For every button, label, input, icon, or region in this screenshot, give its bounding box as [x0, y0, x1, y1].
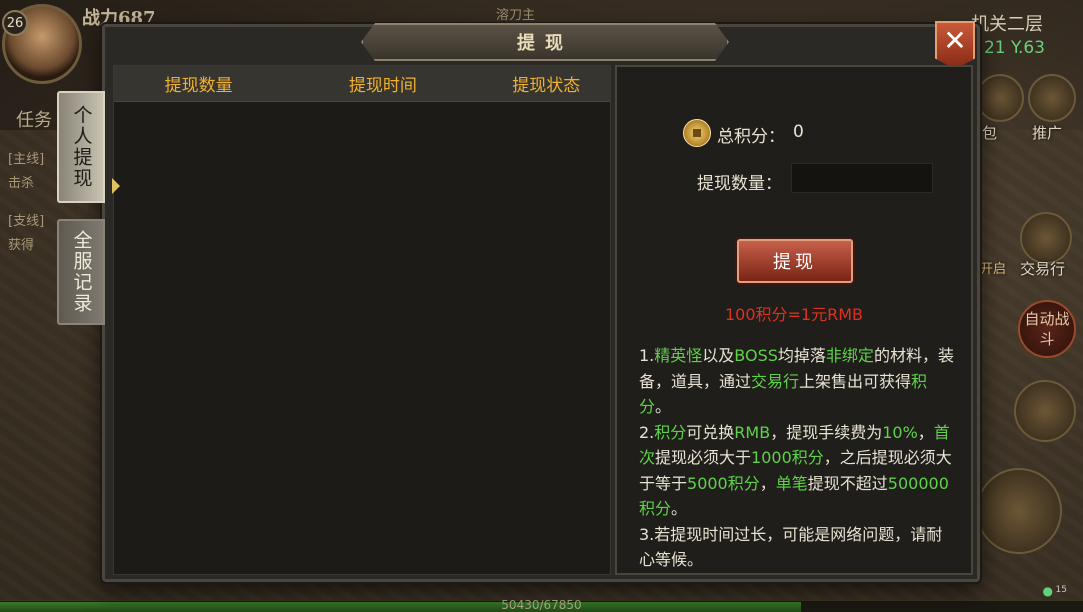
rule-text: 。	[655, 397, 672, 416]
rule-text: 提现必须大于	[655, 448, 752, 467]
rules-text: 1.精英怪以及BOSS均掉落非绑定的材料，装备，道具，通过交易行上架售出可获得积…	[639, 343, 955, 573]
map-coords: 21 Y.63	[983, 38, 1045, 58]
coin-icon	[683, 119, 711, 147]
rule-highlight: 单笔	[775, 473, 808, 493]
wifi-strength: 15	[1055, 585, 1067, 595]
auto-fight-button[interactable]: 自动战斗	[1018, 300, 1076, 358]
amount-label: 提现数量：	[697, 174, 782, 194]
tab-server-records[interactable]: 全服记录	[57, 219, 105, 325]
col-header-status: 提现状态	[512, 76, 581, 96]
withdraw-record-list: 提现数量 提现时间 提现状态	[112, 65, 611, 575]
rule-text: 1.	[639, 346, 655, 365]
promo-label: 推广	[1032, 124, 1063, 142]
rule-text: 。	[671, 499, 688, 518]
withdraw-dialog: 提现 ✕ 个人提现 全服记录 提现数量 提现时间 提现状态 总积分： 0 提现数…	[57, 21, 980, 582]
rule-highlight: RMB	[734, 422, 771, 442]
player-level: 26	[2, 10, 28, 36]
tab-personal-withdraw[interactable]: 个人提现	[57, 91, 105, 203]
wifi-icon: ●	[1042, 584, 1053, 598]
hp-bar-text: 50430/67850	[501, 598, 582, 612]
col-header-amount: 提现数量	[164, 76, 233, 96]
task-side[interactable]: [支线]	[8, 210, 44, 229]
trade-label: 交易行	[1020, 260, 1066, 278]
rule-highlight: BOSS	[734, 346, 778, 365]
skill-slot-icon[interactable]	[1014, 380, 1076, 442]
task-tab[interactable]: 任务	[16, 106, 52, 132]
rule-text: 均掉落	[777, 346, 826, 365]
rule-highlight: 非绑定	[825, 346, 874, 365]
total-points-label: 总积分：	[717, 127, 785, 147]
rule-text: ，	[759, 473, 776, 493]
tab-personal-withdraw-label: 个人提现	[70, 105, 93, 189]
map-name: 机关二层	[971, 14, 1043, 35]
amount-input[interactable]	[791, 163, 933, 193]
total-points-value: 0	[793, 122, 804, 142]
hp-bar: 50430/67850	[0, 598, 1083, 612]
task-main[interactable]: [主线]	[8, 148, 44, 167]
rule-text: 提现不超过	[807, 473, 888, 493]
withdraw-form-panel: 总积分： 0 提现数量： 提现 100积分=1元RMB 1.精英怪以及BOSS均…	[615, 65, 973, 575]
withdraw-button[interactable]: 提现	[737, 239, 853, 283]
promo-icon[interactable]	[1028, 74, 1076, 122]
open-label: 开启	[980, 262, 1007, 277]
rule-highlight: 积分	[654, 422, 687, 442]
close-button[interactable]: ✕	[935, 21, 975, 69]
tab-server-records-label: 全服记录	[70, 230, 93, 314]
dialog-title: 提现	[517, 33, 573, 54]
exchange-rate: 100积分=1元RMB	[724, 305, 864, 324]
rule-text: 2.	[639, 422, 655, 442]
attack-sword-icon[interactable]	[976, 468, 1062, 554]
rule-text: 3.若提现时间过长，可能是网络问题，请耐心等候。	[639, 524, 943, 570]
rule-text: 可兑换	[686, 422, 735, 442]
rule-highlight: 交易行	[751, 371, 800, 391]
close-icon: ✕	[943, 24, 967, 57]
dialog-title-banner: 提现	[361, 23, 729, 61]
rule-text: 以及	[702, 346, 735, 365]
rule-highlight: 10%	[882, 422, 918, 442]
list-header: 提现数量 提现时间 提现状态	[114, 66, 610, 102]
rule-text: ，	[917, 422, 934, 442]
bag-icon[interactable]	[976, 74, 1024, 122]
rule-highlight: 5000积分	[687, 473, 760, 493]
rule-text: ，提现手续费为	[770, 422, 883, 442]
zone-name: 溶刀主	[496, 8, 536, 23]
rule-text: 上架售出可获得	[799, 371, 912, 391]
bag-label: 包	[982, 124, 998, 142]
rule-highlight: 1000积分	[751, 448, 824, 467]
task-main-detail: 击杀	[8, 176, 35, 191]
col-header-time: 提现时间	[348, 76, 417, 96]
active-tab-arrow-icon	[112, 178, 120, 194]
trade-icon[interactable]	[1020, 212, 1072, 264]
task-side-detail: 获得	[8, 238, 35, 253]
rule-highlight: 精英怪	[654, 346, 703, 365]
